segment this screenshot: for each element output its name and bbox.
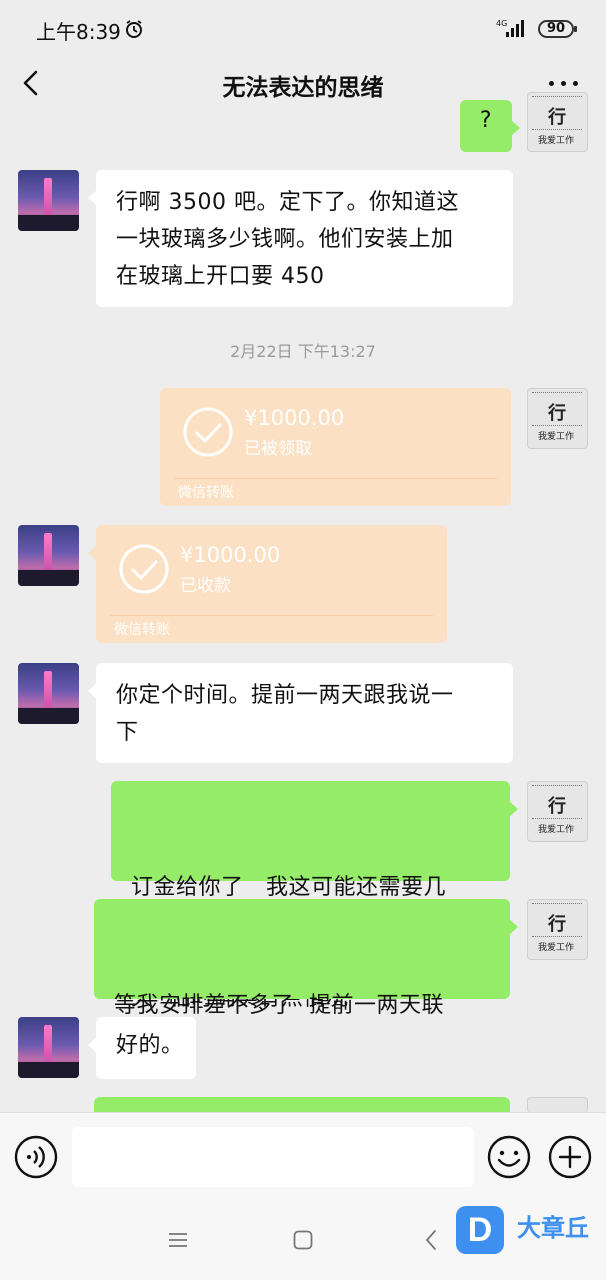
- chat-header: 无法表达的思绪: [0, 56, 606, 116]
- message-line: 下: [116, 720, 139, 745]
- alarm-icon: [126, 20, 142, 38]
- contact-avatar[interactable]: [18, 170, 79, 231]
- watermark-text: 大章丘: [517, 1214, 589, 1242]
- message-line: 你定个时间。提前一两天跟我说一: [116, 683, 454, 708]
- message-bubble-received[interactable]: 你定个时间。提前一两天跟我说一 下: [88, 663, 513, 763]
- contact-avatar[interactable]: [18, 525, 79, 586]
- my-avatar[interactable]: 行我爱工作: [527, 781, 588, 842]
- my-avatar[interactable]: 行我爱工作: [527, 899, 588, 960]
- watermark-logo: D: [456, 1206, 504, 1254]
- message-bubble-received[interactable]: 好的。: [88, 1017, 196, 1079]
- home-icon[interactable]: [293, 1230, 313, 1250]
- transfer-status: 已收款: [180, 576, 231, 596]
- message-bubble-sent[interactable]: 订金给你了 我这可能还需要几 天 临时确实有点情况: [111, 781, 518, 1011]
- my-avatar[interactable]: 行我爱工作: [527, 388, 588, 449]
- message-text: ?: [479, 108, 493, 133]
- transfer-card-received[interactable]: ¥1000.00 已收款 微信转账: [88, 525, 447, 643]
- message-line: 一块玻璃多少钱啊。他们安装上加: [116, 227, 454, 252]
- wechat-chat-screen: 上午8:39 4G 90 无法表达的思绪 ? 行我爱工作 行啊 3500 吧。定…: [0, 0, 606, 1280]
- avatar-glyph: 行: [548, 796, 566, 817]
- plus-icon[interactable]: [548, 1135, 592, 1179]
- message-line: 在玻璃上开口要 450: [116, 264, 325, 289]
- transfer-status: 已被领取: [244, 439, 312, 459]
- transfer-divider: [174, 478, 497, 479]
- transfer-divider: [110, 615, 433, 616]
- message-timestamp: 2月22日 下午13:27: [230, 342, 376, 361]
- signal-icon: 4G: [496, 19, 524, 37]
- voice-icon[interactable]: [14, 1135, 58, 1179]
- check-circle-icon: [119, 544, 169, 594]
- message-line: 行啊 3500 吧。定下了。你知道这: [116, 190, 459, 215]
- message-input[interactable]: [72, 1127, 474, 1187]
- check-circle-icon: [183, 407, 233, 457]
- avatar-caption: 我爱工作: [538, 432, 575, 442]
- status-bar: 上午8:39 4G 90: [0, 0, 606, 56]
- avatar-caption: 我爱工作: [538, 136, 575, 146]
- my-avatar[interactable]: [527, 1097, 588, 1113]
- more-dots-icon[interactable]: [546, 78, 580, 88]
- transfer-amount: ¥1000.00: [180, 543, 281, 567]
- message-text: 好的。: [116, 1033, 184, 1058]
- avatar-glyph: 行: [548, 107, 566, 128]
- avatar-glyph: 行: [548, 403, 566, 424]
- my-avatar[interactable]: 行我爱工作: [527, 92, 588, 152]
- network-type: 4G: [496, 19, 507, 28]
- avatar-caption: 我爱工作: [538, 943, 575, 953]
- transfer-footer: 微信转账: [178, 485, 234, 501]
- system-nav-bar: D 大章丘: [0, 1200, 606, 1280]
- back-icon[interactable]: [424, 1229, 438, 1251]
- transfer-amount: ¥1000.00: [244, 406, 345, 430]
- contact-avatar[interactable]: [18, 1017, 79, 1078]
- message-bubble-sent[interactable]: ?: [460, 100, 520, 152]
- battery-icon: 90: [538, 20, 577, 38]
- message-bubble-sent[interactable]: 等我安排差不多了 提前一两天联 系你: [94, 899, 518, 1129]
- transfer-footer: 微信转账: [114, 622, 170, 638]
- contact-avatar[interactable]: [18, 663, 79, 724]
- emoji-icon[interactable]: [487, 1135, 531, 1179]
- message-bubble-sent-partial[interactable]: [94, 1097, 510, 1113]
- chat-title: 无法表达的思绪: [222, 75, 384, 101]
- message-bubble-received[interactable]: 行啊 3500 吧。定下了。你知道这 一块玻璃多少钱啊。他们安装上加 在玻璃上开…: [88, 170, 513, 307]
- avatar-caption: 我爱工作: [538, 825, 575, 835]
- transfer-card-sent[interactable]: ¥1000.00 已被领取 微信转账: [160, 388, 511, 506]
- status-time: 上午8:39: [36, 20, 121, 44]
- menu-icon[interactable]: [168, 1230, 188, 1250]
- input-bar: [0, 1112, 606, 1200]
- avatar-glyph: 行: [548, 914, 566, 935]
